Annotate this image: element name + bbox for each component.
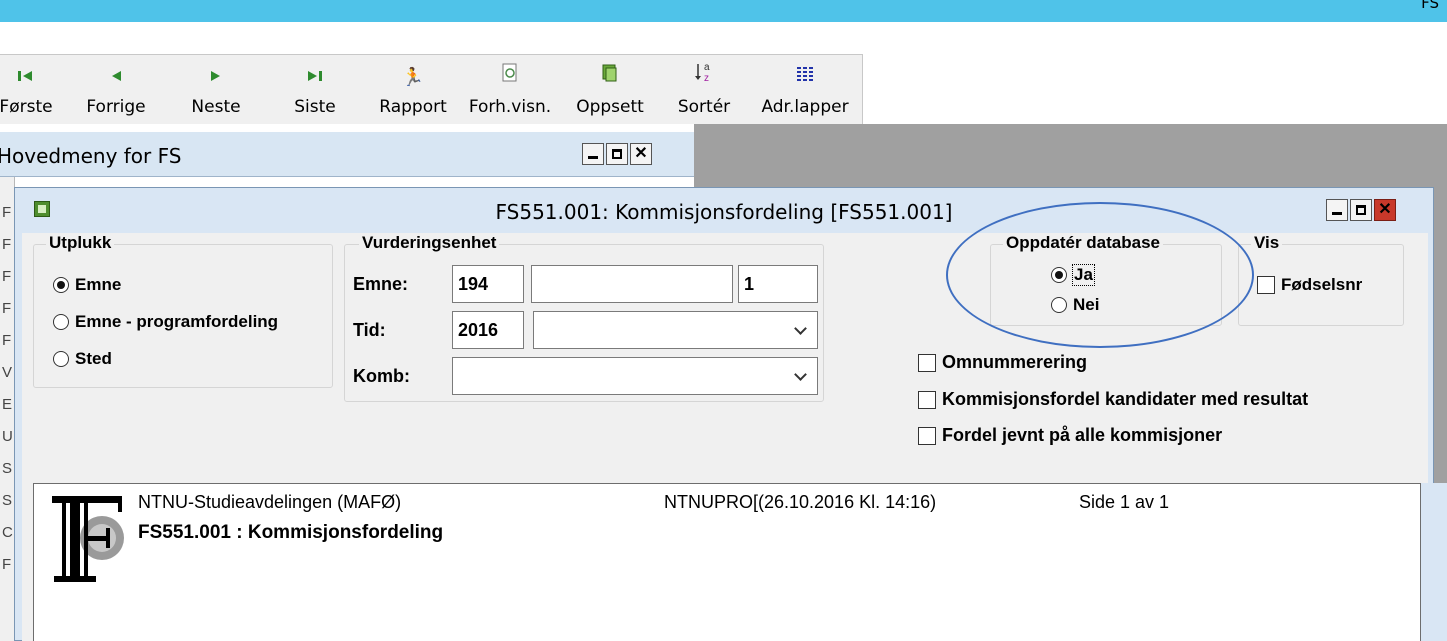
menu-letter[interactable]: F <box>0 229 14 261</box>
menu-letter[interactable]: V <box>0 357 14 389</box>
next-button[interactable]: Neste <box>184 55 248 125</box>
dialog-right-border <box>1421 483 1447 641</box>
utplukk-title: Utplukk <box>46 233 115 253</box>
checkbox-empty-icon <box>1257 276 1275 294</box>
hovedmeny-title: Hovedmeny for FS <box>0 144 182 168</box>
komb-select[interactable] <box>452 357 818 395</box>
hovedmeny-minimize-button[interactable] <box>582 143 604 165</box>
hovedmeny-close-button[interactable]: ✕ <box>630 143 652 165</box>
setup-button[interactable]: Oppsett <box>572 55 648 125</box>
app-title: FS <box>1421 0 1439 12</box>
menu-letter[interactable]: F <box>0 293 14 325</box>
utplukk-programfordeling-option[interactable]: Emne - programfordeling <box>53 312 278 332</box>
hovedmeny-title-bar: Hovedmeny for FS ✕ <box>0 132 694 177</box>
hovedmeny-menu-strip: F F F F F V E U S S C F <box>0 177 15 641</box>
menu-letter[interactable]: S <box>0 453 14 485</box>
tid-label: Tid: <box>353 320 386 340</box>
fodselsnr-checkbox[interactable]: Fødselsnr <box>1257 275 1362 295</box>
run-report-icon: 🏃 <box>401 67 425 88</box>
vurderingsenhet-title: Vurderingsenhet <box>359 233 500 253</box>
menu-letter[interactable]: U <box>0 421 14 453</box>
dialog-close-button[interactable]: ✕ <box>1374 199 1396 221</box>
last-button[interactable]: Siste <box>283 55 347 125</box>
checkbox-empty-icon <box>918 353 936 372</box>
first-button[interactable]: Første <box>0 55 58 125</box>
hovedmeny-maximize-button[interactable] <box>606 143 628 165</box>
menu-gap <box>0 22 1447 54</box>
omnummerering-checkbox[interactable]: Omnummerering <box>918 352 1087 373</box>
utplukk-emne-option[interactable]: Emne <box>53 275 121 295</box>
sort-button[interactable]: az Sortér <box>672 55 736 125</box>
emne-code-input[interactable]: 194 <box>452 265 524 303</box>
dialog-title-bar: FS551.001: Kommisjonsfordeling [FS551.00… <box>14 187 1434 233</box>
menu-letter[interactable]: F <box>0 325 14 357</box>
menu-letter[interactable]: F <box>0 261 14 293</box>
menu-letter[interactable]: C <box>0 517 14 549</box>
fordel-jevnt-checkbox[interactable]: Fordel jevnt på alle kommisjoner <box>918 425 1222 446</box>
previous-record-icon <box>84 61 148 95</box>
fs-logo <box>44 490 134 590</box>
page-setup-icon <box>572 61 648 95</box>
checkbox-empty-icon <box>918 426 936 445</box>
radio-selected-icon <box>53 277 69 293</box>
emne-name-input[interactable] <box>531 265 733 303</box>
tid-term-select[interactable] <box>533 311 818 349</box>
report-heading: FS551.001 : Kommisjonsfordeling <box>138 522 444 543</box>
previous-button[interactable]: Forrige <box>84 55 148 125</box>
print-preview-icon <box>466 61 554 95</box>
utplukk-group: Utplukk Emne Emne - programfordeling Ste… <box>33 233 333 388</box>
toolbar: Første Forrige Neste Siste 🏃 Rapport For… <box>0 54 863 126</box>
checkbox-empty-icon <box>918 390 936 409</box>
radio-empty-icon <box>53 351 69 367</box>
svg-text:z: z <box>704 73 709 83</box>
next-record-icon <box>184 61 248 95</box>
menu-letter[interactable]: E <box>0 389 14 421</box>
dialog-maximize-button[interactable] <box>1350 199 1372 221</box>
sort-az-icon: az <box>672 61 736 95</box>
menu-letter[interactable]: S <box>0 485 14 517</box>
dialog-minimize-button[interactable] <box>1326 199 1348 221</box>
last-record-icon <box>283 61 347 95</box>
form-icon <box>34 201 50 217</box>
first-record-icon <box>0 61 58 95</box>
utplukk-sted-option[interactable]: Sted <box>53 349 112 369</box>
app-title-bar: FS <box>0 0 1447 22</box>
dialog-title: FS551.001: Kommisjonsfordeling [FS551.00… <box>495 200 953 224</box>
report-page-number: Side 1 av 1 <box>1079 492 1170 512</box>
komb-label: Komb: <box>353 366 410 386</box>
highlight-ellipse <box>946 202 1254 348</box>
vis-group: Vis Fødselsnr <box>1238 233 1404 326</box>
preview-button[interactable]: Forh.visn. <box>466 55 554 125</box>
menu-letter[interactable]: F <box>0 197 14 229</box>
emne-version-input[interactable]: 1 <box>738 265 818 303</box>
tid-year-input[interactable]: 2016 <box>452 311 524 349</box>
address-labels-button[interactable]: Adr.lapper <box>758 55 852 125</box>
svg-text:a: a <box>704 62 710 73</box>
address-labels-icon <box>758 61 852 95</box>
report-institution: NTNU-Studieavdelingen (MAFØ) <box>138 492 402 512</box>
emne-label: Emne: <box>353 274 409 294</box>
report-preview[interactable]: NTNU-Studieavdelingen (MAFØ) NTNUPRO[(26… <box>33 483 1421 641</box>
radio-empty-icon <box>53 314 69 330</box>
report-system-timestamp: NTNUPRO[(26.10.2016 Kl. 14:16) <box>664 492 937 512</box>
vis-title: Vis <box>1251 233 1283 253</box>
kandidater-resultat-checkbox[interactable]: Kommisjonsfordel kandidater med resultat <box>918 389 1308 410</box>
menu-letter[interactable]: F <box>0 549 14 581</box>
report-button[interactable]: 🏃 Rapport <box>376 55 450 125</box>
